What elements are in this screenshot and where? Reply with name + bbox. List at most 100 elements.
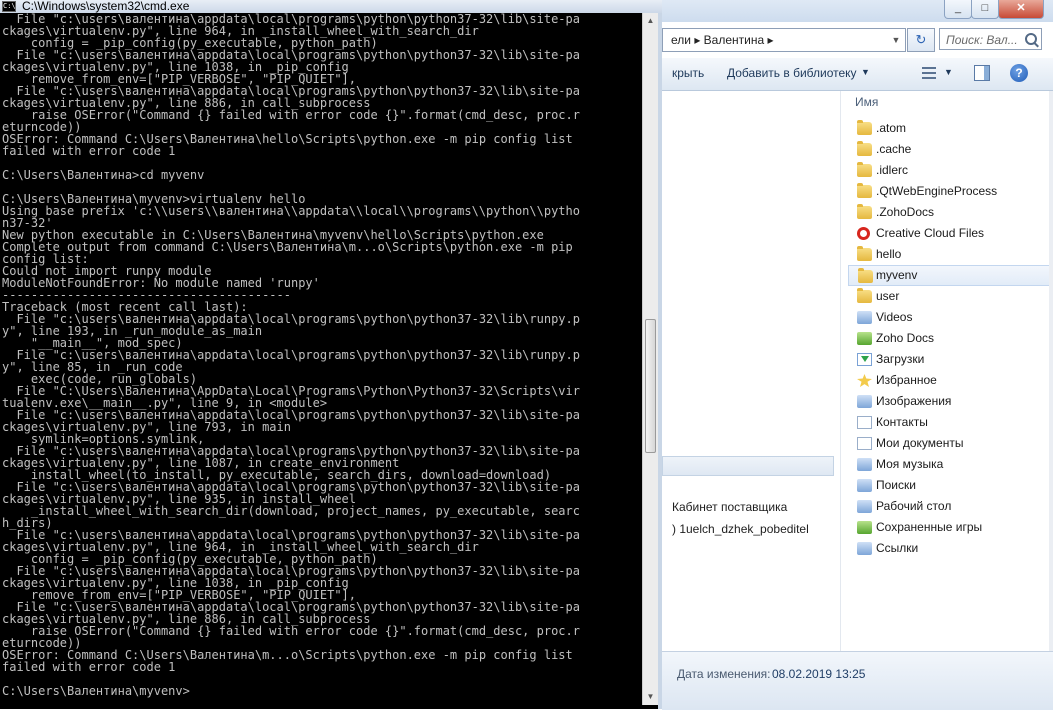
maximize-button[interactable]: □	[971, 0, 999, 19]
file-item-label: Ссылки	[876, 541, 919, 555]
file-item[interactable]: Избранное	[848, 370, 1053, 391]
file-item-label: Изображения	[876, 394, 952, 408]
folder-icon	[857, 204, 872, 219]
refresh-button[interactable]: ↻	[907, 28, 935, 52]
console-line: raise OSError("Command {} failed with er…	[2, 108, 580, 122]
file-item-label: Zoho Docs	[876, 331, 935, 345]
minimize-button[interactable]: _	[944, 0, 972, 19]
file-item[interactable]: Creative Cloud Files	[848, 223, 1053, 244]
folder-icon	[857, 183, 872, 198]
saved-games-folder-icon	[857, 521, 872, 534]
modified-date-label: Дата изменения:	[677, 667, 771, 681]
file-item-label: Избранное	[876, 373, 937, 387]
file-item[interactable]: Zoho Docs	[848, 328, 1053, 349]
file-item-label: Загрузки	[876, 352, 925, 366]
file-list-scrollbar[interactable]	[1049, 91, 1053, 651]
file-item-label: Рабочий стол	[876, 499, 952, 513]
file-item-label: myvenv	[876, 268, 918, 282]
file-item-label: Контакты	[876, 415, 928, 429]
file-item[interactable]: user	[848, 286, 1053, 307]
file-item[interactable]: hello	[848, 244, 1053, 265]
music-folder-icon	[857, 458, 872, 471]
search-input[interactable]: Поиск: Вал...	[939, 28, 1042, 50]
open-button[interactable]: крыть	[672, 66, 704, 80]
view-options-icon[interactable]	[920, 64, 940, 82]
links-folder-icon	[857, 542, 872, 555]
desktop-folder-icon	[857, 500, 872, 513]
documents-folder-icon	[857, 437, 872, 450]
window-title: C:\Windows\system32\cmd.exe	[22, 0, 190, 13]
file-item-label: .QtWebEngineProcess	[876, 184, 998, 198]
favorites-folder-icon	[857, 374, 872, 387]
help-icon[interactable]: ?	[1010, 64, 1028, 82]
file-item[interactable]: Мои документы	[848, 433, 1053, 454]
folder-icon	[857, 141, 872, 156]
file-item-label: .atom	[876, 121, 907, 135]
file-list: .atom .cache .idlerc .QtWebEngineProcess .Zo…	[848, 118, 1053, 559]
add-to-library-button[interactable]: Добавить в библиотеку	[727, 66, 857, 80]
address-bar[interactable]: ели ▸ Валентина ▸ ▼	[662, 28, 906, 52]
file-item-label: Моя музыка	[876, 457, 944, 471]
nav-item[interactable]: Кабинет поставщика	[672, 500, 787, 514]
scroll-down-arrow-icon[interactable]: ▼	[643, 689, 658, 705]
scroll-thumb[interactable]	[645, 319, 656, 453]
window-frame	[658, 13, 662, 709]
breadcrumb: ели ▸ Валентина ▸	[671, 33, 774, 47]
cmd-window: C:\ C:\Windows\system32\cmd.exe File "c:…	[0, 0, 662, 709]
file-item-label: user	[876, 289, 900, 303]
folder-icon	[858, 268, 873, 283]
console-output[interactable]: File "c:\users\валентина\appdata\local\p…	[2, 13, 642, 703]
chevron-down-icon[interactable]: ▼	[889, 29, 903, 51]
file-item[interactable]: myvenv	[848, 265, 1053, 286]
folder-icon	[857, 162, 872, 177]
column-header-name[interactable]: Имя	[855, 95, 878, 109]
file-item[interactable]: Загрузки	[848, 349, 1053, 370]
chevron-down-icon[interactable]: ▼	[861, 67, 870, 77]
pictures-folder-icon	[857, 395, 872, 408]
chevron-down-icon[interactable]: ▼	[944, 67, 953, 77]
videos-folder-icon	[857, 311, 872, 324]
file-item[interactable]: .atom	[848, 118, 1053, 139]
file-item[interactable]: .QtWebEngineProcess	[848, 181, 1053, 202]
scroll-up-arrow-icon[interactable]: ▲	[643, 13, 658, 29]
console-line: Complete output from command C:\Users\Ва…	[2, 240, 573, 254]
file-item[interactable]: Контакты	[848, 412, 1053, 433]
file-item[interactable]: Videos	[848, 307, 1053, 328]
navigation-pane	[662, 91, 835, 709]
file-item[interactable]: Поиски	[848, 475, 1053, 496]
file-item-label: .cache	[876, 142, 912, 156]
pane-divider[interactable]	[840, 91, 841, 651]
file-item-label: .ZohoDocs	[876, 205, 935, 219]
folder-icon	[857, 288, 872, 303]
nav-item[interactable]: ) 1uelch_dzhek_pobeditel	[672, 522, 809, 536]
file-item[interactable]: Сохраненные игры	[848, 517, 1053, 538]
explorer-toolbar: крыть Добавить в библиотеку ▼ ▼ ?	[662, 58, 1053, 91]
search-icon[interactable]	[1025, 33, 1037, 45]
console-line: raise OSError("Command {} failed with er…	[2, 624, 580, 638]
cmd-icon: C:\	[2, 1, 16, 12]
folder-icon	[857, 246, 872, 261]
preview-pane-icon[interactable]	[974, 65, 990, 81]
file-item-label: Сохраненные игры	[876, 520, 983, 534]
file-item-label: Мои документы	[876, 436, 964, 450]
close-button[interactable]: ✕	[998, 0, 1044, 19]
console-scrollbar[interactable]: ▲ ▼	[642, 13, 658, 705]
nav-selected-item[interactable]	[662, 456, 834, 476]
file-item[interactable]: .idlerc	[848, 160, 1053, 181]
folder-icon	[857, 120, 872, 135]
file-item[interactable]: Моя музыка	[848, 454, 1053, 475]
search-placeholder: Поиск: Вал...	[946, 33, 1018, 47]
file-item[interactable]: Рабочий стол	[848, 496, 1053, 517]
file-item[interactable]: .cache	[848, 139, 1053, 160]
file-item[interactable]: Изображения	[848, 391, 1053, 412]
console-line: _install_wheel_with_search_dir(download,…	[2, 504, 580, 518]
file-item-label: hello	[876, 247, 902, 261]
file-item[interactable]: .ZohoDocs	[848, 202, 1053, 223]
file-item[interactable]: Ссылки	[848, 538, 1053, 559]
file-item-label: Videos	[876, 310, 913, 324]
console-line: failed with error code 1	[2, 144, 176, 158]
cmd-titlebar[interactable]: C:\ C:\Windows\system32\cmd.exe	[0, 0, 662, 13]
zoho-docs-icon	[857, 332, 872, 345]
console-line: C:\Users\Валентина>cd myvenv	[2, 168, 205, 182]
downloads-folder-icon	[857, 353, 872, 366]
